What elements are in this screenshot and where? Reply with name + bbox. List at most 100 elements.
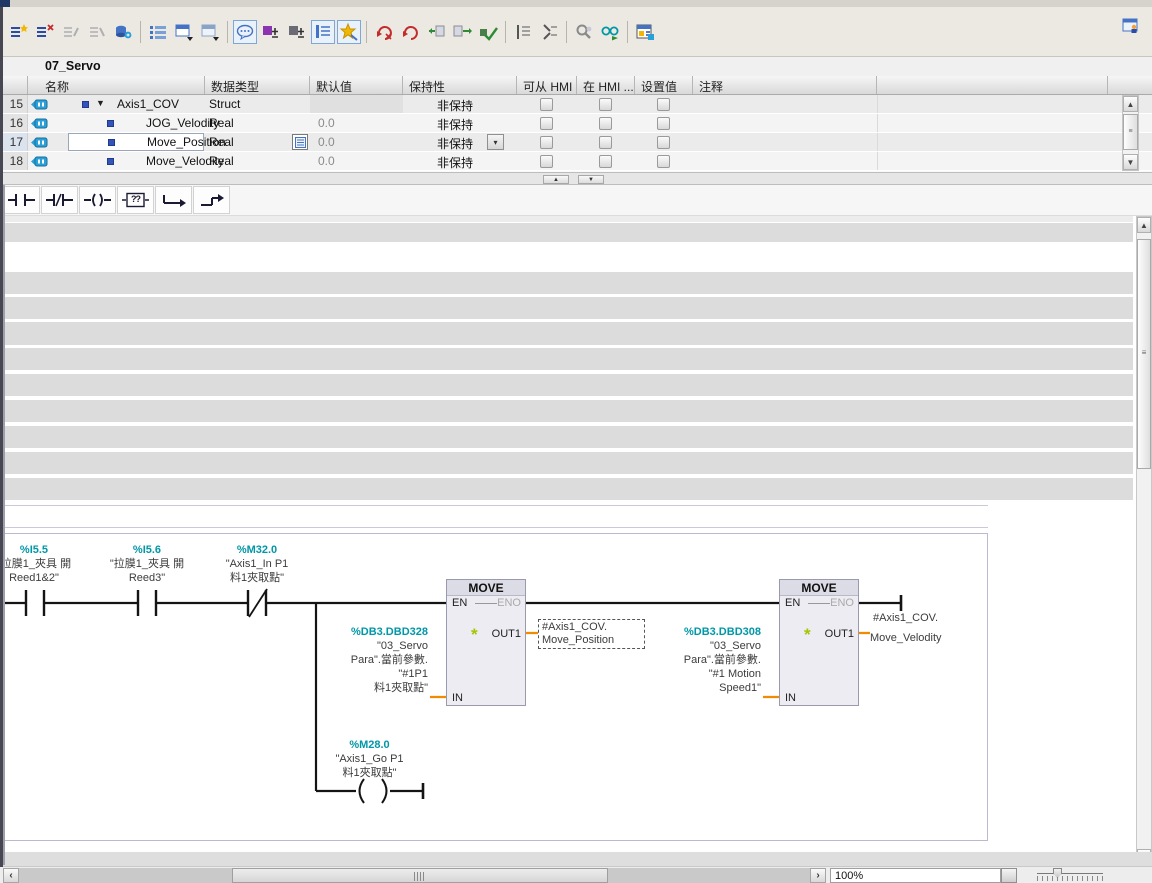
cell-comment[interactable] [693,114,877,132]
comment-toggle-icon[interactable] [233,20,257,44]
block-properties-icon[interactable] [633,20,657,44]
editor-scrollbar[interactable]: ▲ ≡ ▼ [1136,216,1152,866]
cell-comment[interactable] [693,95,877,113]
download-start-values-icon[interactable] [259,20,283,44]
cell-name[interactable]: Move_Position [28,133,205,151]
cell-setpoint[interactable] [635,152,693,170]
table-row[interactable]: 18 Move_Velodity Real 0.0 非保持 [0,152,1152,171]
cell-name[interactable]: ▼ Axis1_COV [28,95,205,113]
move-input-operand[interactable]: %DB3.DBD328 "03_Servo Para".當前參數. "#1P1 … [289,625,428,695]
open-branch-button[interactable] [155,186,192,214]
split-editor-icon[interactable] [1119,14,1143,38]
checkbox[interactable] [657,117,670,130]
table-row[interactable]: 16 JOG_Velodity Real 0.0 非保持 [0,114,1152,133]
checkbox[interactable] [540,117,553,130]
cell-datatype[interactable]: Real [205,114,310,132]
autofill-icon[interactable] [59,20,83,44]
cell-setpoint[interactable] [635,114,693,132]
pane-splitter[interactable]: ▲ ▼ [0,172,1152,185]
zoom-level-field[interactable]: 100% [830,868,1001,883]
copy-snapshot-icon[interactable] [198,20,222,44]
nc-contact-button[interactable] [41,186,78,214]
hscroll-right-button[interactable]: › [810,868,826,883]
cell-retain[interactable]: 非保持 [403,114,517,132]
table-scrollbar[interactable]: ▲ ≡ ▼ [1122,95,1139,171]
cell-datatype[interactable]: Real [205,133,310,151]
header-name[interactable]: 名称 [28,76,205,94]
contact-operand[interactable]: %M32.0 "Axis1_In P1 料1夾取點" [187,543,327,585]
delete-row-icon[interactable] [33,20,57,44]
discard-changes-icon[interactable] [372,20,396,44]
header-hmi-accessible[interactable]: 可从 HMI ... [517,76,577,94]
expanded-mode-icon[interactable] [311,20,335,44]
monitor-icon[interactable] [598,20,622,44]
empty-box-button[interactable]: ?? [117,186,154,214]
snapshot-list-icon[interactable] [146,20,170,44]
header-retain[interactable]: 保持性 [403,76,517,94]
cell-hmi-accessible[interactable] [517,95,577,113]
zoom-slider-track[interactable] [1037,873,1103,874]
hscroll-track[interactable] [19,868,232,883]
header-comment[interactable]: 注释 [693,76,877,94]
move-output-operand[interactable]: #Axis1_COV. [873,612,938,624]
cell-hmi-visible[interactable] [577,152,635,170]
checkbox[interactable] [599,117,612,130]
checkbox[interactable] [540,155,553,168]
checkbox[interactable] [657,155,670,168]
editor-scroll-up-button[interactable]: ▲ [1137,217,1151,233]
hscroll-thumb[interactable] [232,868,608,883]
table-row-selected[interactable]: 17 Move_Position Real 0.0 非保持 ▾ [0,133,1152,152]
cell-hmi-visible[interactable] [577,133,635,151]
cell-comment[interactable] [693,152,877,170]
checkbox[interactable] [599,136,612,149]
move-output-operand[interactable]: Move_Velodity [870,632,942,644]
retain-dropdown-button[interactable]: ▾ [487,134,504,150]
copy-to-setpoint-icon[interactable] [450,20,474,44]
cell-name[interactable]: Move_Velodity [28,152,205,170]
cell-hmi-accessible[interactable] [517,133,577,151]
coil-button[interactable] [79,186,116,214]
cell-hmi-accessible[interactable] [517,152,577,170]
move-block[interactable]: MOVE EN ENO * OUT1 IN [446,579,526,706]
splitter-collapse-up-button[interactable]: ▲ [543,175,569,184]
insert-row-icon[interactable] [7,20,31,44]
cell-setpoint[interactable] [635,95,693,113]
cell-hmi-accessible[interactable] [517,114,577,132]
undo-changes-icon[interactable] [398,20,422,44]
cell-retain[interactable]: 非保持 [403,95,517,113]
tag-name[interactable]: Axis1_COV [117,97,179,111]
editor-scroll-thumb[interactable]: ≡ [1137,239,1151,469]
upload-start-values-icon[interactable] [285,20,309,44]
name-edit-field[interactable]: Move_Position [68,133,204,151]
header-type[interactable]: 数据类型 [205,76,310,94]
cell-datatype[interactable]: Real [205,152,310,170]
consistency-check-icon[interactable] [476,20,500,44]
expand-all-icon[interactable] [511,20,535,44]
load-start-values-icon[interactable] [172,20,196,44]
splitter-collapse-down-button[interactable]: ▼ [578,175,604,184]
favorites-icon[interactable] [337,20,361,44]
hscroll-left-button[interactable]: ‹ [3,868,19,883]
table-scroll-thumb[interactable]: ≡ [1123,114,1138,150]
table-row[interactable]: 15 ▼ Axis1_COV Struct 非保持 [0,95,1152,114]
header-setpoint[interactable]: 设置值 [635,76,693,94]
find-icon[interactable] [572,20,596,44]
move-output-operand-selected[interactable]: #Axis1_COV. Move_Position [538,619,645,649]
header-default[interactable]: 默认值 [310,76,403,94]
cell-default[interactable]: 0.0 [310,114,403,132]
cell-setpoint[interactable] [635,133,693,151]
close-branch-button[interactable] [193,186,230,214]
checkbox[interactable] [540,98,553,111]
copy-to-start-icon[interactable] [424,20,448,44]
move-block[interactable]: MOVE EN ENO * OUT1 IN [779,579,859,706]
coil-operand[interactable]: %M28.0 "Axis1_Go P1 料1夾取點" [307,738,432,780]
cell-name[interactable]: JOG_Velodity [28,114,205,132]
checkbox[interactable] [599,98,612,111]
zoom-dropdown-button[interactable] [1001,868,1017,883]
collapse-all-icon[interactable] [537,20,561,44]
cell-retain[interactable]: 非保持 [403,152,517,170]
cell-hmi-visible[interactable] [577,95,635,113]
expand-caret-icon[interactable]: ▼ [96,98,105,108]
cell-comment[interactable] [693,133,877,151]
header-hmi-visible[interactable]: 在 HMI ... [577,76,635,94]
